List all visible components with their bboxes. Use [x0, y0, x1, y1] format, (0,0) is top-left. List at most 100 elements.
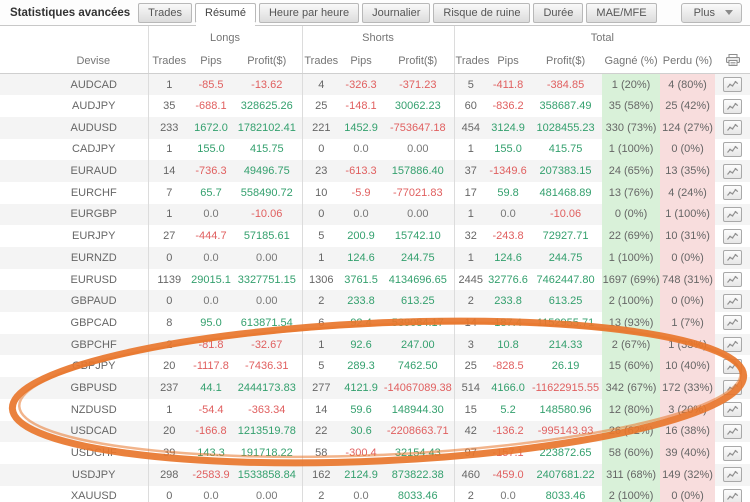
chart-icon[interactable]: [723, 185, 742, 200]
total-trades-cell: 25: [454, 355, 487, 377]
column-header-won[interactable]: Gagné (%): [602, 49, 660, 74]
shorts-pips-cell: 59.6: [340, 399, 382, 421]
shorts-profit-cell: 0.00: [382, 139, 454, 161]
column-header-shorts-pips[interactable]: Pips: [340, 49, 382, 74]
shorts-profit-cell: 7462.50: [382, 355, 454, 377]
chart-icon[interactable]: [723, 272, 742, 287]
shorts-pips-cell: 233.8: [340, 290, 382, 312]
total-profit-cell: -10.06: [529, 204, 602, 226]
chart-icon[interactable]: [723, 467, 742, 482]
longs-pips-cell: -2583.9: [190, 464, 232, 486]
shorts-profit-cell: 30062.23: [382, 95, 454, 117]
won-cell: 2 (100%): [602, 290, 660, 312]
pair-cell: CADJPY: [0, 139, 148, 161]
won-cell: 22 (69%): [602, 225, 660, 247]
lost-cell: 1 (100%): [660, 204, 715, 226]
chart-icon[interactable]: [723, 250, 742, 265]
plus-button[interactable]: Plus: [681, 3, 742, 23]
column-header-print[interactable]: [715, 49, 750, 74]
column-header-lost[interactable]: Perdu (%): [660, 49, 715, 74]
column-header-total-profit[interactable]: Profit($): [529, 49, 602, 74]
chart-icon[interactable]: [723, 99, 742, 114]
chart-icon[interactable]: [723, 359, 742, 374]
shorts-profit-cell: -77021.83: [382, 182, 454, 204]
longs-trades-cell: 35: [148, 95, 190, 117]
tab-trades[interactable]: Trades: [138, 3, 192, 23]
shorts-trades-cell: 10: [302, 182, 340, 204]
chart-icon[interactable]: [723, 337, 742, 352]
longs-profit-cell: -13.62: [232, 74, 302, 96]
chart-icon[interactable]: [723, 120, 742, 135]
longs-profit-cell: 2444173.83: [232, 377, 302, 399]
column-header-total-trades[interactable]: Trades: [454, 49, 487, 74]
shorts-trades-cell: 25: [302, 95, 340, 117]
total-pips-cell: -157.1: [487, 442, 529, 464]
tab-dur-e[interactable]: Durée: [533, 3, 583, 23]
tab-list: TradesRésuméHeure par heureJournalierRis…: [138, 3, 659, 23]
column-header-longs-pips[interactable]: Pips: [190, 49, 232, 74]
tab-heure-par-heure[interactable]: Heure par heure: [259, 3, 359, 23]
group-header-row: Longs Shorts Total: [0, 26, 750, 49]
shorts-trades-cell: 14: [302, 399, 340, 421]
chart-icon[interactable]: [723, 164, 742, 179]
chart-icon-cell: [715, 269, 750, 291]
total-pips-cell: -1349.6: [487, 160, 529, 182]
lost-cell: 4 (80%): [660, 74, 715, 96]
column-header-shorts-profit[interactable]: Profit($): [382, 49, 454, 74]
shorts-profit-cell: 15742.10: [382, 225, 454, 247]
chart-icon[interactable]: [723, 380, 742, 395]
tab-journalier[interactable]: Journalier: [362, 3, 430, 23]
chart-icon[interactable]: [723, 315, 742, 330]
column-header-shorts-trades[interactable]: Trades: [302, 49, 340, 74]
table-row: GBPCAD895.0613871.54692.4539084.1714187.…: [0, 312, 750, 334]
shorts-pips-cell: 4121.9: [340, 377, 382, 399]
total-pips-cell: -459.0: [487, 464, 529, 486]
chart-icon[interactable]: [723, 446, 742, 461]
column-header-devise[interactable]: Devise: [0, 49, 148, 74]
column-header-longs-trades[interactable]: Trades: [148, 49, 190, 74]
tab-mae-mfe[interactable]: MAE/MFE: [586, 3, 656, 23]
table-row: AUDJPY35-688.1328625.2625-148.130062.236…: [0, 95, 750, 117]
total-pips-cell: -828.5: [487, 355, 529, 377]
shorts-pips-cell: 2124.9: [340, 464, 382, 486]
lost-cell: 39 (40%): [660, 442, 715, 464]
group-header-total: Total: [454, 26, 750, 49]
tab-risque-de-ruine[interactable]: Risque de ruine: [433, 3, 530, 23]
total-pips-cell: 233.8: [487, 290, 529, 312]
total-profit-cell: 481468.89: [529, 182, 602, 204]
chart-icon[interactable]: [723, 402, 742, 417]
chart-icon-cell: [715, 95, 750, 117]
shorts-pips-cell: 124.6: [340, 247, 382, 269]
won-cell: 0 (0%): [602, 204, 660, 226]
total-trades-cell: 1: [454, 247, 487, 269]
shorts-trades-cell: 0: [302, 204, 340, 226]
shorts-profit-cell: 613.25: [382, 290, 454, 312]
total-trades-cell: 42: [454, 421, 487, 443]
longs-profit-cell: 0.00: [232, 486, 302, 502]
won-cell: 13 (76%): [602, 182, 660, 204]
lost-cell: 1 (7%): [660, 312, 715, 334]
total-profit-cell: 7462447.80: [529, 269, 602, 291]
chart-icon[interactable]: [723, 294, 742, 309]
chart-icon[interactable]: [723, 229, 742, 244]
total-pips-cell: 124.6: [487, 247, 529, 269]
chart-icon[interactable]: [723, 77, 742, 92]
won-cell: 35 (58%): [602, 95, 660, 117]
chevron-down-icon: [725, 10, 733, 15]
column-header-total-pips[interactable]: Pips: [487, 49, 529, 74]
chart-icon[interactable]: [723, 489, 742, 502]
shorts-trades-cell: 5: [302, 225, 340, 247]
chart-icon[interactable]: [723, 207, 742, 222]
total-trades-cell: 37: [454, 160, 487, 182]
longs-pips-cell: 65.7: [190, 182, 232, 204]
chart-icon[interactable]: [723, 424, 742, 439]
table-row: CADJPY1155.0415.7500.00.001155.0415.751 …: [0, 139, 750, 161]
chart-icon[interactable]: [723, 142, 742, 157]
column-header-longs-profit[interactable]: Profit($): [232, 49, 302, 74]
total-pips-cell: 4166.0: [487, 377, 529, 399]
chart-icon-cell: [715, 399, 750, 421]
won-cell: 13 (93%): [602, 312, 660, 334]
tab-r-sum-[interactable]: Résumé: [195, 3, 256, 23]
plus-button-label: Plus: [694, 7, 715, 19]
total-profit-cell: 223872.65: [529, 442, 602, 464]
